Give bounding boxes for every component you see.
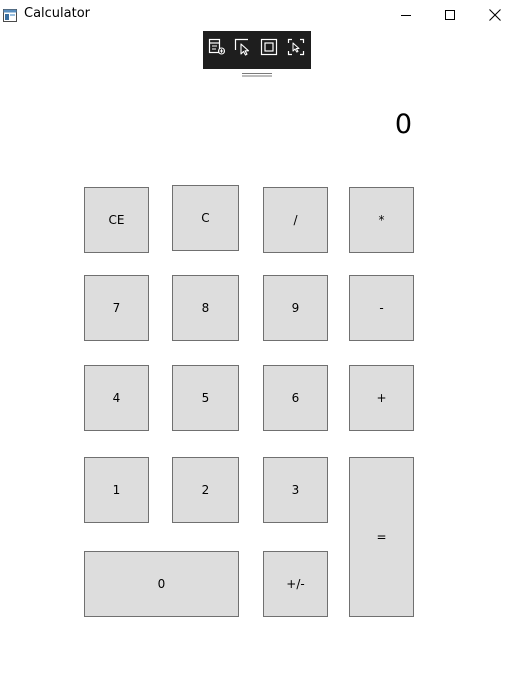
display-layout-adorners-icon[interactable] [260,38,278,56]
maximize-icon [445,10,455,20]
toolbar-grip[interactable] [242,62,272,77]
digit-8-button[interactable]: 8 [172,275,239,341]
negate-button[interactable]: +/- [263,551,328,617]
digit-2-button[interactable]: 2 [172,457,239,523]
digit-4-button[interactable]: 4 [84,365,149,431]
clear-entry-button[interactable]: CE [84,187,149,253]
equals-button[interactable]: = [349,457,414,617]
multiply-button[interactable]: * [349,187,414,253]
select-element-icon[interactable] [234,38,252,56]
clear-button[interactable]: C [172,185,239,251]
debug-toolbar [203,31,311,77]
digit-6-button[interactable]: 6 [263,365,328,431]
calculator-app-icon [3,7,17,22]
close-button[interactable] [472,0,506,30]
divide-button[interactable]: / [263,187,328,253]
digit-3-button[interactable]: 3 [263,457,328,523]
minimize-button[interactable] [383,0,429,30]
digit-0-button[interactable]: 0 [84,551,239,617]
digit-1-button[interactable]: 1 [84,457,149,523]
calculator-display: 0 [394,109,412,140]
subtract-button[interactable]: - [349,275,414,341]
maximize-button[interactable] [427,0,473,30]
live-visual-tree-icon[interactable] [208,38,226,56]
minimize-icon [401,10,411,20]
close-icon [489,9,501,21]
digit-9-button[interactable]: 9 [263,275,328,341]
title-bar: Calculator [0,0,506,30]
digit-5-button[interactable]: 5 [172,365,239,431]
add-button[interactable]: + [349,365,414,431]
track-focused-element-icon[interactable] [287,38,305,56]
window-title: Calculator [24,6,91,21]
digit-7-button[interactable]: 7 [84,275,149,341]
